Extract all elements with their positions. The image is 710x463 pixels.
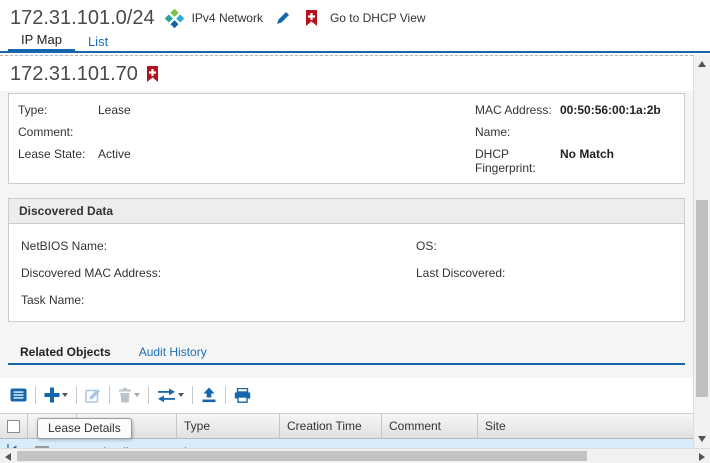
network-type-label: IPv4 Network [192,11,263,25]
creation-time-column-header[interactable]: Creation Time [280,414,382,438]
page-title: 172.31.101.0/24 [10,7,155,30]
table-row[interactable]: testing-linux Lease [0,439,693,448]
field-value-type: Lease [98,103,475,117]
main-tab-bar: IP Map List [0,30,710,53]
horizontal-scrollbar[interactable] [0,448,710,463]
field-label-netbios-name: NetBIOS Name: [21,239,107,253]
toolbar-separator [192,386,193,404]
toolbar-separator [76,386,77,404]
field-value-lease-state: Active [98,147,475,161]
delete-icon[interactable] [118,387,140,403]
type-column-header[interactable]: Type [177,414,280,438]
field-label-task-name: Task Name: [21,293,84,307]
site-column-header[interactable]: Site [478,414,693,438]
detail-content-panel: 172.31.101.70 Type: Lease MAC Address: 0… [0,55,693,448]
scroll-left-arrow-icon[interactable] [5,453,11,461]
field-label-lease-state: Lease State: [18,147,98,161]
comment-column-header[interactable]: Comment [382,414,478,438]
swap-arrows-icon[interactable] [157,388,184,403]
lease-properties-panel: Type: Lease MAC Address: 00:50:56:00:1a:… [8,93,685,184]
edit-pencil-icon[interactable] [275,10,291,26]
ip-title-row: 172.31.101.70 [0,56,693,91]
horizontal-scrollbar-thumb[interactable] [17,451,587,461]
related-objects-panel: Type Creation Time Comment Site Lease De… [0,378,693,448]
lease-details-tooltip: Lease Details [37,418,132,439]
discovered-data-body: NetBIOS Name: OS: Discovered MAC Address… [9,224,684,321]
field-label-name: Name: [475,125,560,139]
select-all-checkbox[interactable] [7,420,20,433]
add-icon[interactable] [44,387,68,403]
related-tab-bar: Related Objects Audit History [0,332,693,359]
select-all-cell [0,414,28,438]
scroll-down-arrow-icon[interactable] [698,436,706,442]
related-objects-toolbar [0,378,693,413]
toolbar-separator [109,386,110,404]
bookmark-add-icon[interactable] [305,10,318,27]
discovered-data-header: Discovered Data [9,199,684,224]
page-header: 172.31.101.0/24 IPv4 Network Go to DHCP … [0,0,710,30]
tab-list[interactable]: List [75,31,121,51]
toolbar-separator [35,386,36,404]
scroll-right-arrow-icon[interactable] [699,453,705,461]
export-icon[interactable] [201,387,217,403]
swap-dropdown-caret[interactable] [178,393,184,397]
field-value-dhcp-fingerprint: No Match [560,147,675,161]
ip-address-title: 172.31.101.70 [10,63,138,86]
field-value-mac-address: 00:50:56:00:1a:2b [560,103,675,117]
edit-icon[interactable] [85,387,101,403]
tab-ip-map[interactable]: IP Map [8,29,75,53]
go-to-dhcp-view-link[interactable]: Go to DHCP View [330,11,426,25]
print-icon[interactable] [234,388,251,403]
field-label-mac-address: MAC Address: [475,103,560,117]
field-label-last-discovered: Last Discovered: [416,266,505,280]
field-label-os: OS: [416,239,437,253]
delete-dropdown-caret[interactable] [134,393,140,397]
scroll-up-arrow-icon[interactable] [698,61,706,67]
toolbar-separator [225,386,226,404]
vertical-scrollbar[interactable] [693,55,710,448]
summary-grid-icon[interactable] [10,388,27,402]
discovered-data-section: Discovered Data NetBIOS Name: OS: Discov… [8,198,685,322]
field-label-type: Type: [18,103,98,117]
add-dropdown-caret[interactable] [62,393,68,397]
field-label-discovered-mac: Discovered MAC Address: [21,266,161,280]
tab-audit-history[interactable]: Audit History [139,345,207,359]
field-label-dhcp-fingerprint: DHCP Fingerprint: [475,147,560,175]
ip-address-detail-page: 172.31.101.0/24 IPv4 Network Go to DHCP … [0,0,710,463]
tab-related-objects[interactable]: Related Objects [20,345,111,359]
field-label-comment: Comment: [18,125,98,139]
toolbar-separator [148,386,149,404]
vertical-scrollbar-thumb[interactable] [696,200,708,397]
bookmark-add-icon[interactable] [146,66,159,83]
network-icon [165,9,184,28]
